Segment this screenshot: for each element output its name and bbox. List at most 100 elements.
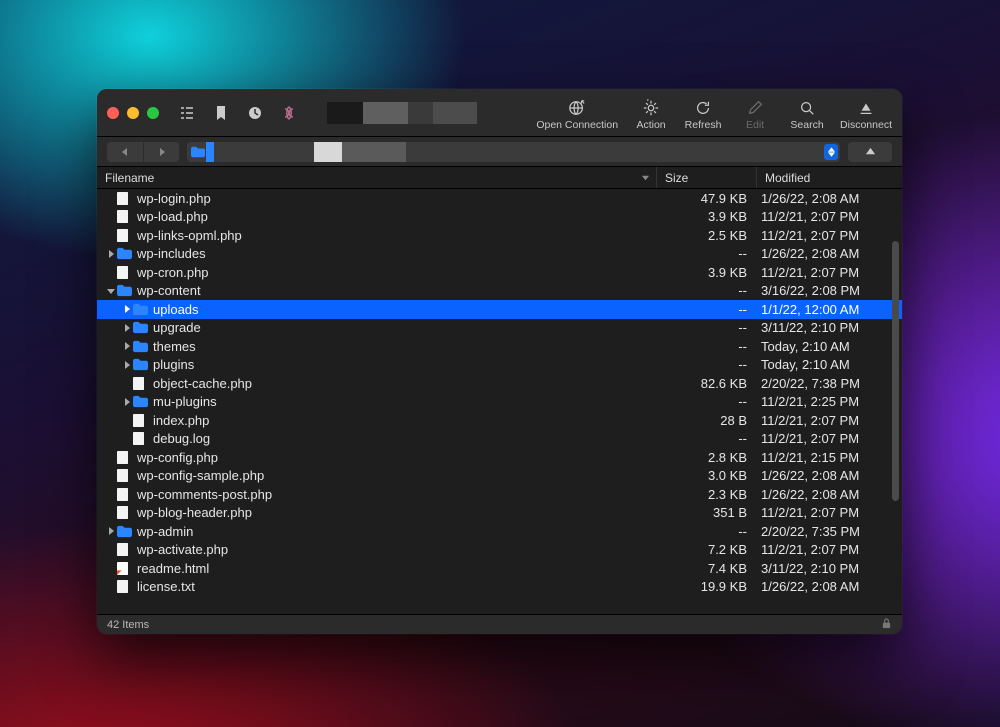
- bookmarks-icon[interactable]: [207, 100, 235, 126]
- scrollbar[interactable]: [891, 241, 900, 612]
- file-modified: 1/26/22, 2:08 AM: [757, 468, 902, 483]
- col-size[interactable]: Size: [657, 167, 757, 188]
- disconnect-button[interactable]: Disconnect: [840, 99, 892, 131]
- ftp-window: Open Connection Action Refresh Edit Sear…: [97, 89, 902, 634]
- disclosure-triangle[interactable]: [121, 398, 133, 406]
- disclosure-triangle[interactable]: [121, 305, 133, 313]
- file-modified: 1/1/22, 12:00 AM: [757, 302, 902, 317]
- file-icon: [117, 229, 132, 242]
- file-icon: [133, 377, 148, 390]
- file-icon: [117, 488, 132, 501]
- file-row[interactable]: wp-includes--1/26/22, 2:08 AM: [97, 245, 902, 264]
- file-size: --: [657, 320, 757, 335]
- file-row[interactable]: wp-config.php2.8 KB11/2/21, 2:15 PM: [97, 448, 902, 467]
- file-row[interactable]: wp-admin--2/20/22, 7:35 PM: [97, 522, 902, 541]
- file-icon: [117, 451, 132, 464]
- file-size: 2.5 KB: [657, 228, 757, 243]
- bonjour-icon[interactable]: [275, 100, 303, 126]
- file-icon: [117, 210, 132, 223]
- file-row[interactable]: themes--Today, 2:10 AM: [97, 337, 902, 356]
- disclosure-triangle[interactable]: [121, 342, 133, 350]
- column-headers: Filename Size Modified: [97, 167, 902, 189]
- file-name: themes: [153, 339, 196, 354]
- file-name: uploads: [153, 302, 199, 317]
- zoom-window-button[interactable]: [147, 107, 159, 119]
- file-row[interactable]: upgrade--3/11/22, 2:10 PM: [97, 319, 902, 338]
- file-modified: 11/2/21, 2:07 PM: [757, 413, 902, 428]
- file-row[interactable]: readme.html 7.4 KB3/11/22, 2:10 PM: [97, 559, 902, 578]
- file-row[interactable]: wp-cron.php3.9 KB11/2/21, 2:07 PM: [97, 263, 902, 282]
- file-name: wp-blog-header.php: [137, 505, 252, 520]
- file-modified: 11/2/21, 2:07 PM: [757, 228, 902, 243]
- file-name: readme.html: [137, 561, 209, 576]
- file-icon: [133, 414, 148, 427]
- scrollbar-thumb[interactable]: [892, 241, 899, 501]
- file-modified: 1/26/22, 2:08 AM: [757, 579, 902, 594]
- folder-icon: [133, 340, 148, 353]
- file-modified: 1/26/22, 2:08 AM: [757, 191, 902, 206]
- file-row[interactable]: plugins--Today, 2:10 AM: [97, 356, 902, 375]
- close-window-button[interactable]: [107, 107, 119, 119]
- file-list[interactable]: wp-login.php47.9 KB1/26/22, 2:08 AMwp-lo…: [97, 189, 902, 614]
- folder-icon: [117, 247, 132, 260]
- path-stepper[interactable]: [824, 144, 838, 160]
- file-row[interactable]: wp-comments-post.php2.3 KB1/26/22, 2:08 …: [97, 485, 902, 504]
- file-row[interactable]: wp-load.php 3.9 KB11/2/21, 2:07 PM: [97, 208, 902, 227]
- file-modified: 11/2/21, 2:07 PM: [757, 209, 902, 224]
- file-row[interactable]: index.php28 B11/2/21, 2:07 PM: [97, 411, 902, 430]
- disclosure-triangle[interactable]: [121, 324, 133, 332]
- folder-icon: [133, 303, 148, 316]
- file-modified: 3/11/22, 2:10 PM: [757, 320, 902, 335]
- disclosure-triangle[interactable]: [105, 527, 117, 535]
- go-up-button[interactable]: [848, 142, 892, 162]
- edit-button[interactable]: Edit: [736, 99, 774, 131]
- col-filename[interactable]: Filename: [97, 167, 657, 188]
- open-connection-button[interactable]: Open Connection: [536, 99, 618, 131]
- file-name: wp-admin: [137, 524, 193, 539]
- file-size: --: [657, 431, 757, 446]
- file-row[interactable]: wp-activate.php7.2 KB11/2/21, 2:07 PM: [97, 541, 902, 560]
- col-modified[interactable]: Modified: [757, 167, 902, 188]
- file-icon: [117, 266, 132, 279]
- file-row[interactable]: wp-config-sample.php3.0 KB1/26/22, 2:08 …: [97, 467, 902, 486]
- refresh-button[interactable]: Refresh: [684, 99, 722, 131]
- file-name: wp-comments-post.php: [137, 487, 272, 502]
- file-row[interactable]: mu-plugins--11/2/21, 2:25 PM: [97, 393, 902, 412]
- file-row[interactable]: wp-links-opml.php2.5 KB11/2/21, 2:07 PM: [97, 226, 902, 245]
- back-button[interactable]: [107, 142, 143, 162]
- file-name: wp-load.php: [137, 209, 208, 224]
- disclosure-triangle[interactable]: [121, 361, 133, 369]
- search-button[interactable]: Search: [788, 99, 826, 131]
- file-row[interactable]: debug.log--11/2/21, 2:07 PM: [97, 430, 902, 449]
- path-bar[interactable]: [187, 142, 840, 162]
- forward-button[interactable]: [143, 142, 179, 162]
- file-row[interactable]: object-cache.php82.6 KB2/20/22, 7:38 PM: [97, 374, 902, 393]
- folder-icon: [133, 321, 148, 334]
- file-row[interactable]: uploads--1/1/22, 12:00 AM: [97, 300, 902, 319]
- disclosure-triangle[interactable]: [105, 287, 117, 295]
- file-size: --: [657, 394, 757, 409]
- file-modified: 11/2/21, 2:07 PM: [757, 265, 902, 280]
- html-file-icon: [117, 562, 132, 575]
- file-modified: 3/11/22, 2:10 PM: [757, 561, 902, 576]
- disclosure-triangle[interactable]: [105, 250, 117, 258]
- file-name: wp-content: [137, 283, 201, 298]
- file-size: 3.9 KB: [657, 265, 757, 280]
- item-count: 42 Items: [107, 619, 149, 631]
- file-row[interactable]: wp-login.php47.9 KB1/26/22, 2:08 AM: [97, 189, 902, 208]
- minimize-window-button[interactable]: [127, 107, 139, 119]
- titlebar: Open Connection Action Refresh Edit Sear…: [97, 89, 902, 137]
- file-icon: [117, 506, 132, 519]
- file-size: 3.9 KB: [657, 209, 757, 224]
- outline-view-icon[interactable]: [173, 100, 201, 126]
- window-title-redacted: [327, 102, 477, 124]
- action-button[interactable]: Action: [632, 99, 670, 131]
- file-row[interactable]: wp-blog-header.php351 B11/2/21, 2:07 PM: [97, 504, 902, 523]
- file-name: object-cache.php: [153, 376, 252, 391]
- file-size: 7.4 KB: [657, 561, 757, 576]
- history-icon[interactable]: [241, 100, 269, 126]
- file-row[interactable]: license.txt19.9 KB1/26/22, 2:08 AM: [97, 578, 902, 597]
- history-nav: [107, 142, 179, 162]
- file-row[interactable]: wp-content--3/16/22, 2:08 PM: [97, 282, 902, 301]
- window-controls: [107, 107, 159, 119]
